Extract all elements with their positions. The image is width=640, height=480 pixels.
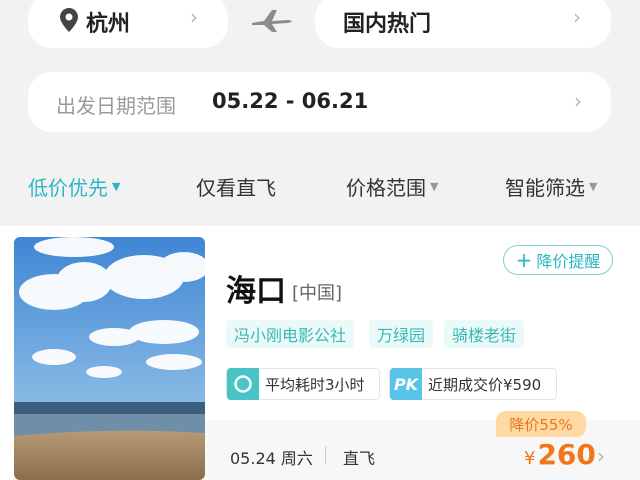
destination-selector[interactable]: 国内热门 › — [315, 0, 611, 48]
date-range-selector[interactable]: 出发日期范围 05.22 - 06.21 › — [28, 72, 611, 132]
dropdown-triangle-icon: ▼ — [589, 180, 598, 193]
destination-country: [中国] — [292, 283, 343, 304]
dropdown-triangle-icon: ▼ — [430, 180, 439, 193]
attraction-tag[interactable]: 万绿园 — [369, 320, 434, 348]
filter-label: 智能筛选 — [505, 176, 585, 200]
airplane-icon — [250, 8, 296, 38]
filter-label: 价格范围 — [346, 176, 426, 200]
chevron-right-icon: › — [190, 5, 198, 29]
date-range-label: 出发日期范围 — [56, 94, 176, 118]
flight-date: 05.24 周六 — [230, 449, 313, 468]
plus-icon: + — [515, 248, 533, 272]
filter-label: 仅看直飞 — [196, 176, 276, 200]
date-range-value: 05.22 - 06.21 — [212, 89, 369, 113]
price-drop-alert-label: 降价提醒 — [536, 252, 601, 271]
destination-label: 国内热门 — [343, 12, 432, 37]
chevron-right-icon: › — [573, 5, 581, 29]
attraction-tag[interactable]: 冯小刚电影公社 — [226, 320, 355, 348]
price: ¥260 — [524, 438, 596, 471]
recent-price-info: PK 近期成交价¥590 — [389, 368, 557, 400]
discount-badge: 降价55% — [496, 411, 586, 437]
location-pin-icon — [60, 8, 78, 36]
flight-type: 直飞 — [343, 449, 376, 468]
destination-city: 海口 — [226, 274, 286, 309]
avg-time-label: 平均耗时3小时 — [265, 375, 365, 394]
filter-price-range[interactable]: 价格范围 ▼ — [346, 172, 438, 201]
chevron-right-icon: › — [574, 89, 582, 113]
filter-smart[interactable]: 智能筛选 ▼ — [505, 172, 597, 201]
attraction-tag[interactable]: 骑楼老街 — [444, 320, 525, 348]
origin-selector[interactable]: 杭州 › — [28, 0, 228, 48]
divider — [325, 446, 326, 464]
destination-photo — [14, 237, 205, 480]
filter-low-price[interactable]: 低价优先 ▼ — [28, 172, 120, 201]
chevron-right-icon[interactable]: › — [597, 446, 605, 466]
price-currency: ¥ — [524, 448, 536, 469]
recent-price-label: 近期成交价¥590 — [428, 375, 542, 394]
avg-travel-time: 平均耗时3小时 — [226, 368, 380, 400]
dropdown-triangle-icon: ▼ — [112, 180, 121, 193]
price-value: 260 — [537, 438, 596, 471]
origin-city: 杭州 — [86, 12, 131, 37]
filter-direct-only[interactable]: 仅看直飞 — [196, 172, 276, 201]
clock-icon — [227, 368, 259, 400]
pk-badge: PK — [390, 368, 422, 400]
price-drop-alert-button[interactable]: + 降价提醒 — [503, 245, 613, 275]
filter-label: 低价优先 — [28, 176, 108, 200]
